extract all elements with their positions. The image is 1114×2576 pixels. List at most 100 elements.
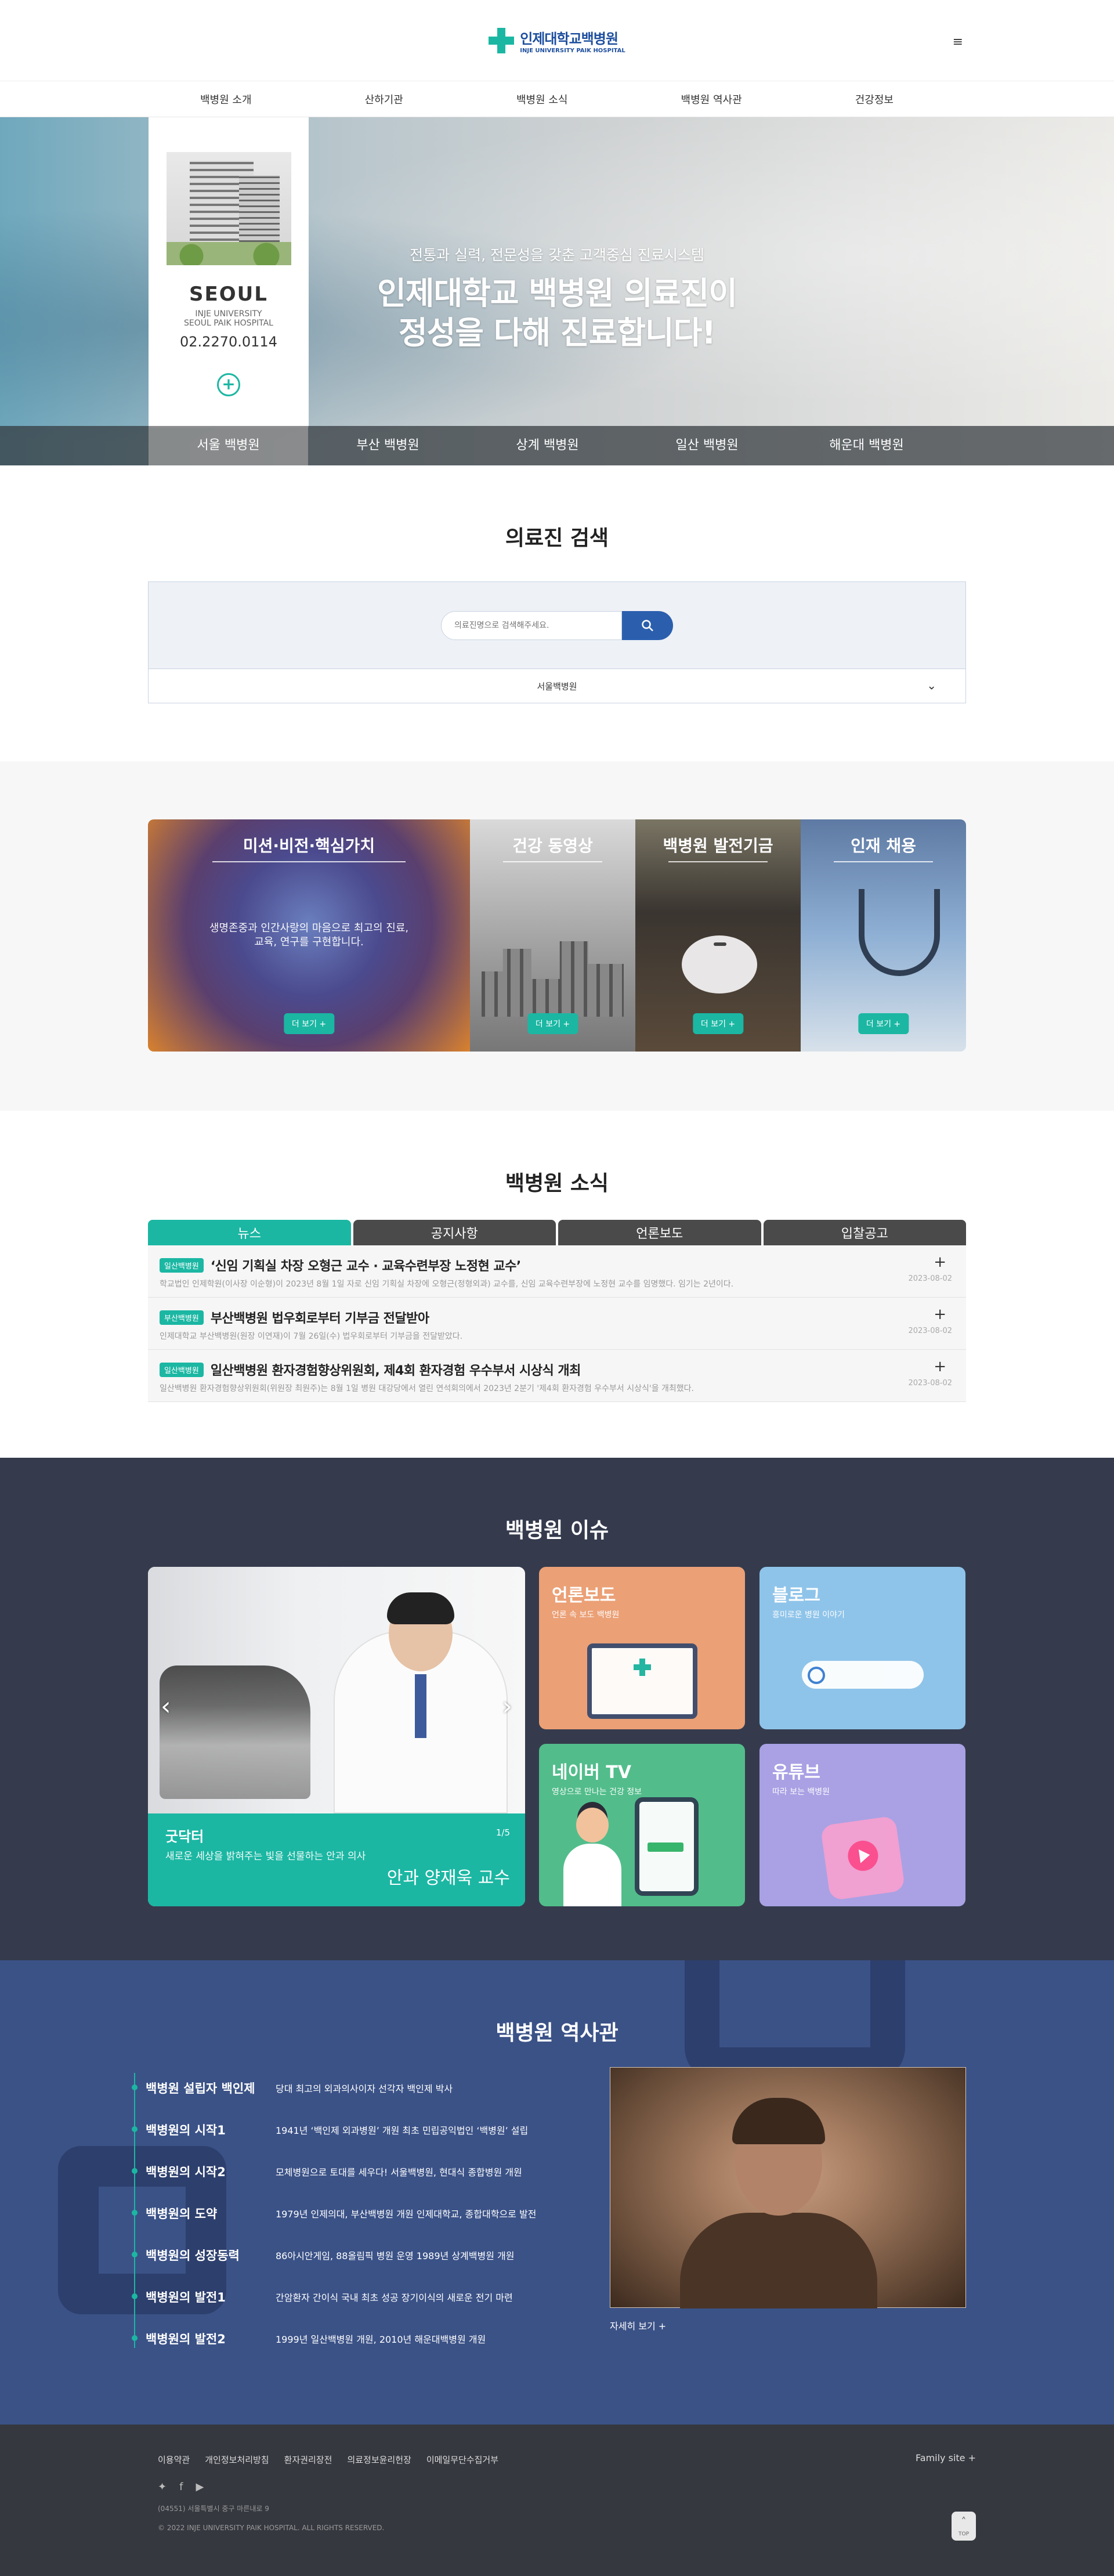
hero-banner: SEOUL INJE UNIVERSITY SEOUL PAIK HOSPITA… <box>0 117 1114 465</box>
doctor-photo: ‹ › <box>148 1567 525 1813</box>
nav-item-affiliates[interactable]: 산하기관 <box>365 92 403 107</box>
tab-bidding[interactable]: 입찰공고 <box>763 1220 966 1245</box>
timeline-item[interactable]: 백병원의 발전2 1999년 일산백병원 개원, 2010년 해운대백병원 개원 <box>131 2318 536 2360</box>
footer-link-patient-rights[interactable]: 환자권리장전 <box>284 2454 332 2466</box>
plus-icon[interactable]: + <box>934 1306 946 1323</box>
more-button[interactable]: 더 보기 + <box>858 1013 909 1034</box>
hospital-badge: 부산백병원 <box>160 1310 204 1325</box>
hospital-building-image <box>166 152 291 265</box>
timeline-item[interactable]: 백병원의 발전1 간암환자 간이식 국내 최초 성공 장기이식의 새로운 전기 마… <box>131 2276 536 2318</box>
tab-press[interactable]: 언론보도 <box>558 1220 761 1245</box>
nav-item-history[interactable]: 백병원 역사관 <box>681 92 742 107</box>
global-nav: 백병원 소개 산하기관 백병원 소식 백병원 역사관 건강정보 <box>0 81 1114 117</box>
doctor-illustration <box>563 1808 621 1906</box>
tab-haeundae[interactable]: 해운대 백병원 <box>787 426 946 465</box>
hospital-info-card: SEOUL INJE UNIVERSITY SEOUL PAIK HOSPITA… <box>149 117 309 428</box>
tile-youtube[interactable]: 유튜브 따라 보는 백병원 <box>759 1744 965 1906</box>
site-logo[interactable]: 인제대학교백병원 INJE UNIVERSITY PAIK HOSPITAL <box>489 27 625 54</box>
social-links: ✦ f ▶ <box>158 2481 1114 2493</box>
list-item[interactable]: 일산백병원 ‘신임 기획실 차장 오형근 교수 · 교육수련부장 노정현 교수’… <box>148 1245 966 1298</box>
tile-press[interactable]: 언론보도 언론 속 보도 백병원 <box>539 1567 745 1729</box>
news-tabs: 뉴스 공지사항 언론보도 입찰공고 <box>148 1220 966 1245</box>
card-mission[interactable]: 미션·비전·핵심가치 생명존중과 인간사랑의 마음으로 최고의 진료, 교육, … <box>148 819 470 1052</box>
tab-notice[interactable]: 공지사항 <box>353 1220 556 1245</box>
tab-ilsan[interactable]: 일산 백병원 <box>627 426 787 465</box>
tab-news[interactable]: 뉴스 <box>148 1220 351 1245</box>
news-date: 2023-08-02 <box>908 1327 952 1335</box>
news-desc: 인제대학교 부산백병원(원장 이연재)이 7월 26일(수) 법우회로부터 기부… <box>160 1332 463 1341</box>
good-doctor-slider[interactable]: ‹ › 굿닥터 새로운 세상을 밝혀주는 빛을 선물하는 안과 의사 1/5 안… <box>148 1567 525 1906</box>
founder-portrait <box>610 2067 966 2308</box>
news-desc: 학교법인 인제학원(이사장 이순형)이 2023년 8월 1일 자로 신임 기획… <box>160 1280 734 1289</box>
menu-icon[interactable]: ≡ <box>953 35 963 49</box>
section-title: 백병원 역사관 <box>495 2021 619 2045</box>
timeline-item[interactable]: 백병원 설립자 백인제 당대 최고의 외과의사이자 선각자 백인제 박사 <box>131 2067 536 2109</box>
issue-section: 백병원 이슈 ‹ › 굿닥터 새로운 세상을 밝혀주는 빛을 선물하는 안과 의… <box>0 1458 1114 1960</box>
plus-icon[interactable]: + <box>934 1358 946 1375</box>
hero-subtitle: 전통과 실력, 전문성을 갖춘 고객중심 진료시스템 <box>410 247 704 263</box>
tab-busan[interactable]: 부산 백병원 <box>308 426 468 465</box>
card-health-video[interactable]: 건강 동영상 더 보기 + <box>470 819 635 1052</box>
nav-item-news[interactable]: 백병원 소식 <box>516 92 568 107</box>
scroll-top-button[interactable]: ˄ TOP <box>952 2512 976 2541</box>
doctor-name: 안과 양재욱 교수 <box>386 1868 510 1888</box>
facebook-icon[interactable]: f <box>179 2481 183 2493</box>
quick-cards-section: 미션·비전·핵심가치 생명존중과 인간사랑의 마음으로 최고의 진료, 교육, … <box>0 761 1114 1111</box>
news-section: 백병원 소식 뉴스 공지사항 언론보도 입찰공고 일산백병원 ‘신임 기획실 차… <box>0 1111 1114 1458</box>
logo-english: INJE UNIVERSITY PAIK HOSPITAL <box>520 47 625 54</box>
footer-link-email[interactable]: 이메일무단수집거부 <box>426 2454 498 2466</box>
news-date: 2023-08-02 <box>908 1379 952 1388</box>
chevron-right-icon[interactable]: › <box>502 1692 512 1721</box>
list-item[interactable]: 부산백병원 부산백병원 법우회로부터 기부금 전달받아 인제대학교 부산백병원(… <box>148 1298 966 1350</box>
piggy-bank-image <box>682 935 757 993</box>
news-title[interactable]: ‘신임 기획실 차장 오형근 교수 · 교육수련부장 노정현 교수’ <box>211 1256 521 1274</box>
search-button[interactable] <box>622 610 673 640</box>
history-section: 백병원 역사관 백병원 설립자 백인제 당대 최고의 외과의사이자 선각자 백인제… <box>0 1960 1114 2425</box>
more-button[interactable]: 더 보기 + <box>692 1013 744 1034</box>
tile-blog[interactable]: 블로그 흥미로운 병원 이야기 <box>759 1567 965 1729</box>
city-illustration <box>482 941 624 1017</box>
page: 인제대학교백병원 INJE UNIVERSITY PAIK HOSPITAL ≡… <box>0 0 1114 2576</box>
more-button[interactable]: 더 보기 + <box>283 1013 335 1034</box>
card-fund[interactable]: 백병원 발전기금 더 보기 + <box>635 819 801 1052</box>
cross-logo-icon <box>489 27 515 53</box>
doctor-search-input[interactable] <box>441 610 622 640</box>
twitter-icon[interactable]: ✦ <box>158 2481 167 2493</box>
footer-link-terms[interactable]: 이용약관 <box>158 2454 190 2466</box>
youtube-icon[interactable]: ▶ <box>196 2481 204 2493</box>
tile-naver-tv[interactable]: 네이버 TV 영상으로 만나는 건강 정보 <box>539 1744 745 1906</box>
footer-link-privacy[interactable]: 개인정보처리방침 <box>205 2454 269 2466</box>
timeline-item[interactable]: 백병원의 성장동력 86아시안게임, 88올림픽 병원 운영 1989년 상계백병… <box>131 2234 536 2276</box>
doctor-search-section: 의료진 검색 서울백병원 ⌄ <box>0 465 1114 761</box>
plus-icon[interactable]: + <box>934 1253 946 1271</box>
family-site-button[interactable]: Family site + <box>916 2452 976 2463</box>
timeline-item[interactable]: 백병원의 시작2 모체병원으로 토대를 세우다! 서울백병원, 현대식 종합병원 … <box>131 2151 536 2192</box>
news-title[interactable]: 일산백병원 환자경험향상위원회, 제4회 환자경험 우수부서 시상식 개최 <box>211 1360 581 1379</box>
news-title[interactable]: 부산백병원 법우회로부터 기부금 전달받아 <box>211 1308 429 1327</box>
chevron-down-icon: ⌄ <box>927 678 936 692</box>
footer-link-ethics[interactable]: 의료정보윤리헌장 <box>347 2454 411 2466</box>
quick-cards: 미션·비전·핵심가치 생명존중과 인간사랑의 마음으로 최고의 진료, 교육, … <box>148 819 966 1052</box>
hospital-english-name: INJE UNIVERSITY SEOUL PAIK HOSPITAL <box>184 309 273 328</box>
search-box <box>148 581 966 669</box>
tab-seoul[interactable]: 서울 백병원 <box>149 426 308 465</box>
search-bar-illustration <box>801 1661 924 1689</box>
timeline-item[interactable]: 백병원의 도약 1979년 인제의대, 부산백병원 개원 인제대학교, 종합대학으… <box>131 2192 536 2234</box>
caption-title: 굿닥터 <box>165 1829 204 1845</box>
list-item[interactable]: 일산백병원 일산백병원 환자경험향상위원회, 제4회 환자경험 우수부서 시상식… <box>148 1350 966 1402</box>
timeline-item[interactable]: 백병원의 시작1 1941년 ‘백인제 외과병원’ 개원 최초 민립공익법인 ‘백… <box>131 2109 536 2151</box>
more-button[interactable]: 더 보기 + <box>527 1013 578 1034</box>
view-more-link[interactable]: 자세히 보기 + <box>610 2318 966 2332</box>
hero-title: 인제대학교 백병원 의료진이 정성을 다해 진료합니다! <box>377 275 737 351</box>
card-recruit[interactable]: 인재 채용 더 보기 + <box>801 819 966 1052</box>
tab-sanggye[interactable]: 상계 백병원 <box>468 426 627 465</box>
nav-item-health[interactable]: 건강정보 <box>855 92 894 107</box>
hospital-badge: 일산백병원 <box>160 1258 204 1273</box>
section-title: 백병원 이슈 <box>505 1519 609 1542</box>
news-list: 일산백병원 ‘신임 기획실 차장 오형근 교수 · 교육수련부장 노정현 교수’… <box>148 1245 966 1402</box>
plus-circle-icon[interactable]: + <box>217 373 240 396</box>
nav-item-intro[interactable]: 백병원 소개 <box>200 92 252 107</box>
hospital-select[interactable]: 서울백병원 ⌄ <box>148 669 966 703</box>
chevron-left-icon[interactable]: ‹ <box>161 1692 171 1721</box>
hero-copy: 전통과 실력, 전문성을 갖춘 고객중심 진료시스템 인제대학교 백병원 의료진… <box>348 244 766 353</box>
